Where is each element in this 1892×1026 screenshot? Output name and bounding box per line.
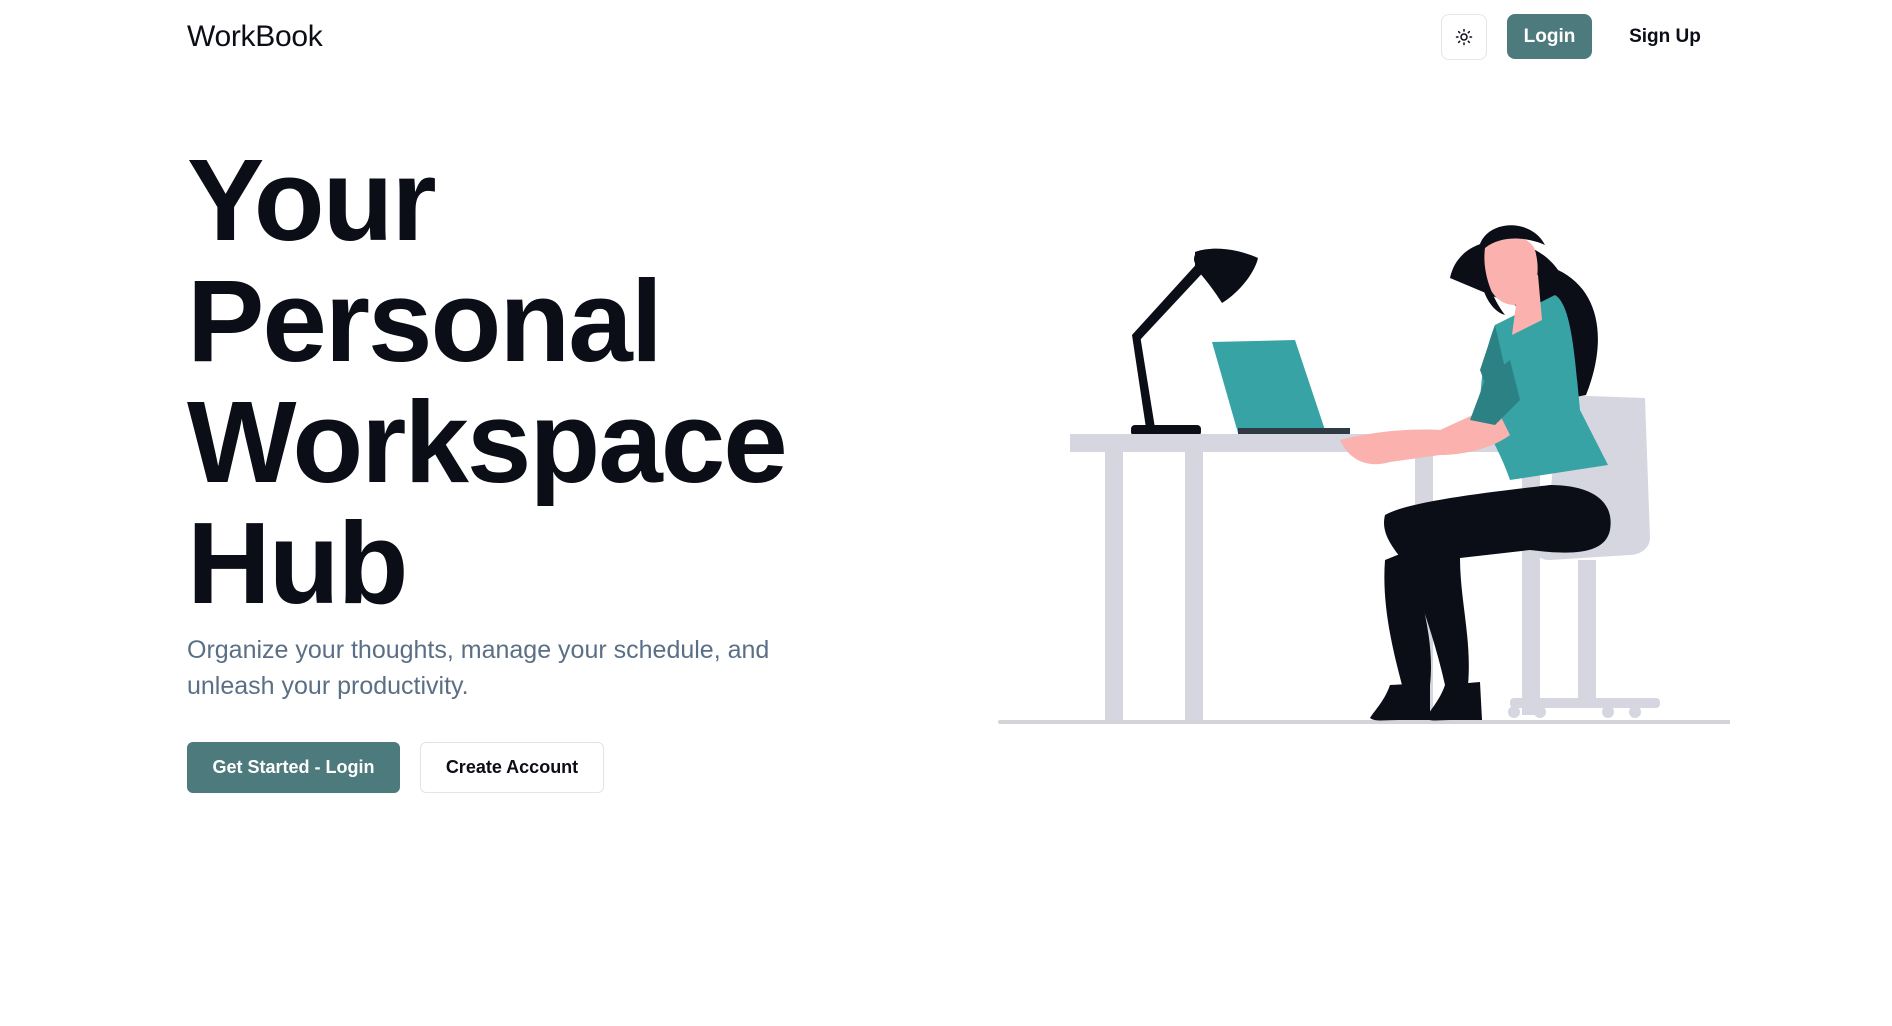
get-started-login-button[interactable]: Get Started - Login bbox=[187, 742, 400, 793]
navbar: WorkBook Login Sign Up bbox=[0, 0, 1892, 76]
sun-icon bbox=[1455, 28, 1473, 46]
hero-title-line: Your bbox=[187, 135, 437, 265]
hero-title-line: Workspace bbox=[187, 377, 788, 507]
woman-working-at-desk-illustration bbox=[998, 225, 1730, 724]
create-account-button[interactable]: Create Account bbox=[420, 742, 604, 793]
signup-button[interactable]: Sign Up bbox=[1612, 14, 1718, 59]
hero-title: Your Personal Workspace Hub bbox=[187, 140, 887, 624]
brand-logo[interactable]: WorkBook bbox=[187, 20, 323, 54]
laptop bbox=[1212, 340, 1350, 434]
login-button[interactable]: Login bbox=[1507, 14, 1592, 59]
theme-toggle-button[interactable] bbox=[1441, 14, 1487, 60]
hero-title-line: Hub bbox=[187, 498, 409, 628]
hero-subtitle: Organize your thoughts, manage your sche… bbox=[187, 636, 770, 700]
desk bbox=[1070, 434, 1540, 720]
hero-title-line: Personal bbox=[187, 256, 663, 386]
